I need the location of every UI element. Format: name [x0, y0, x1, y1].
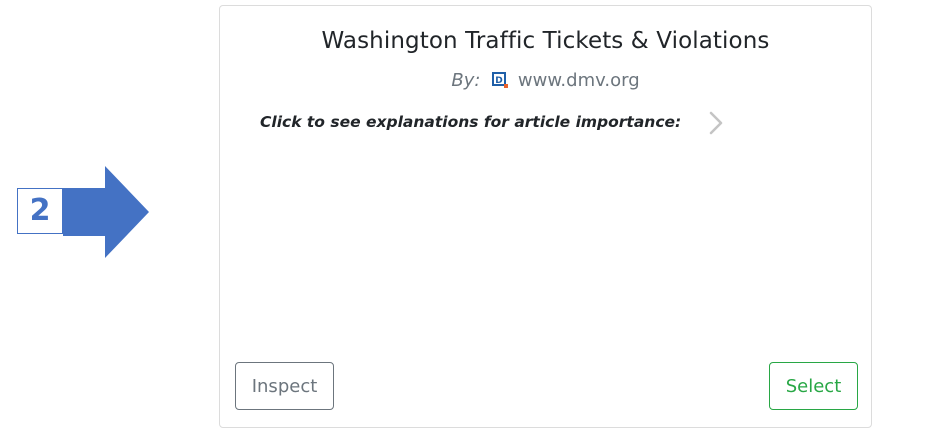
- byline-prefix: By:: [451, 70, 481, 91]
- explanation-label: Click to see explanations for article im…: [260, 113, 682, 131]
- right-arrow-icon: [63, 166, 149, 258]
- inspect-button[interactable]: Inspect: [235, 362, 334, 410]
- article-byline: By: D www.dmv.org: [220, 70, 871, 91]
- step-number: 2: [29, 193, 51, 228]
- source-domain: www.dmv.org: [517, 70, 640, 91]
- select-button[interactable]: Select: [769, 362, 858, 410]
- page: 2 Washington Traffic Tickets & Violation…: [0, 0, 928, 436]
- article-title: Washington Traffic Tickets & Violations: [321, 28, 770, 54]
- article-card: Washington Traffic Tickets & Violations …: [219, 5, 872, 428]
- step-number-badge: 2: [17, 188, 63, 234]
- svg-text:D: D: [495, 76, 502, 86]
- chevron-right-icon[interactable]: [707, 110, 725, 136]
- explanation-row: Click to see explanations for article im…: [260, 110, 681, 134]
- dmv-favicon-icon: D: [492, 72, 509, 88]
